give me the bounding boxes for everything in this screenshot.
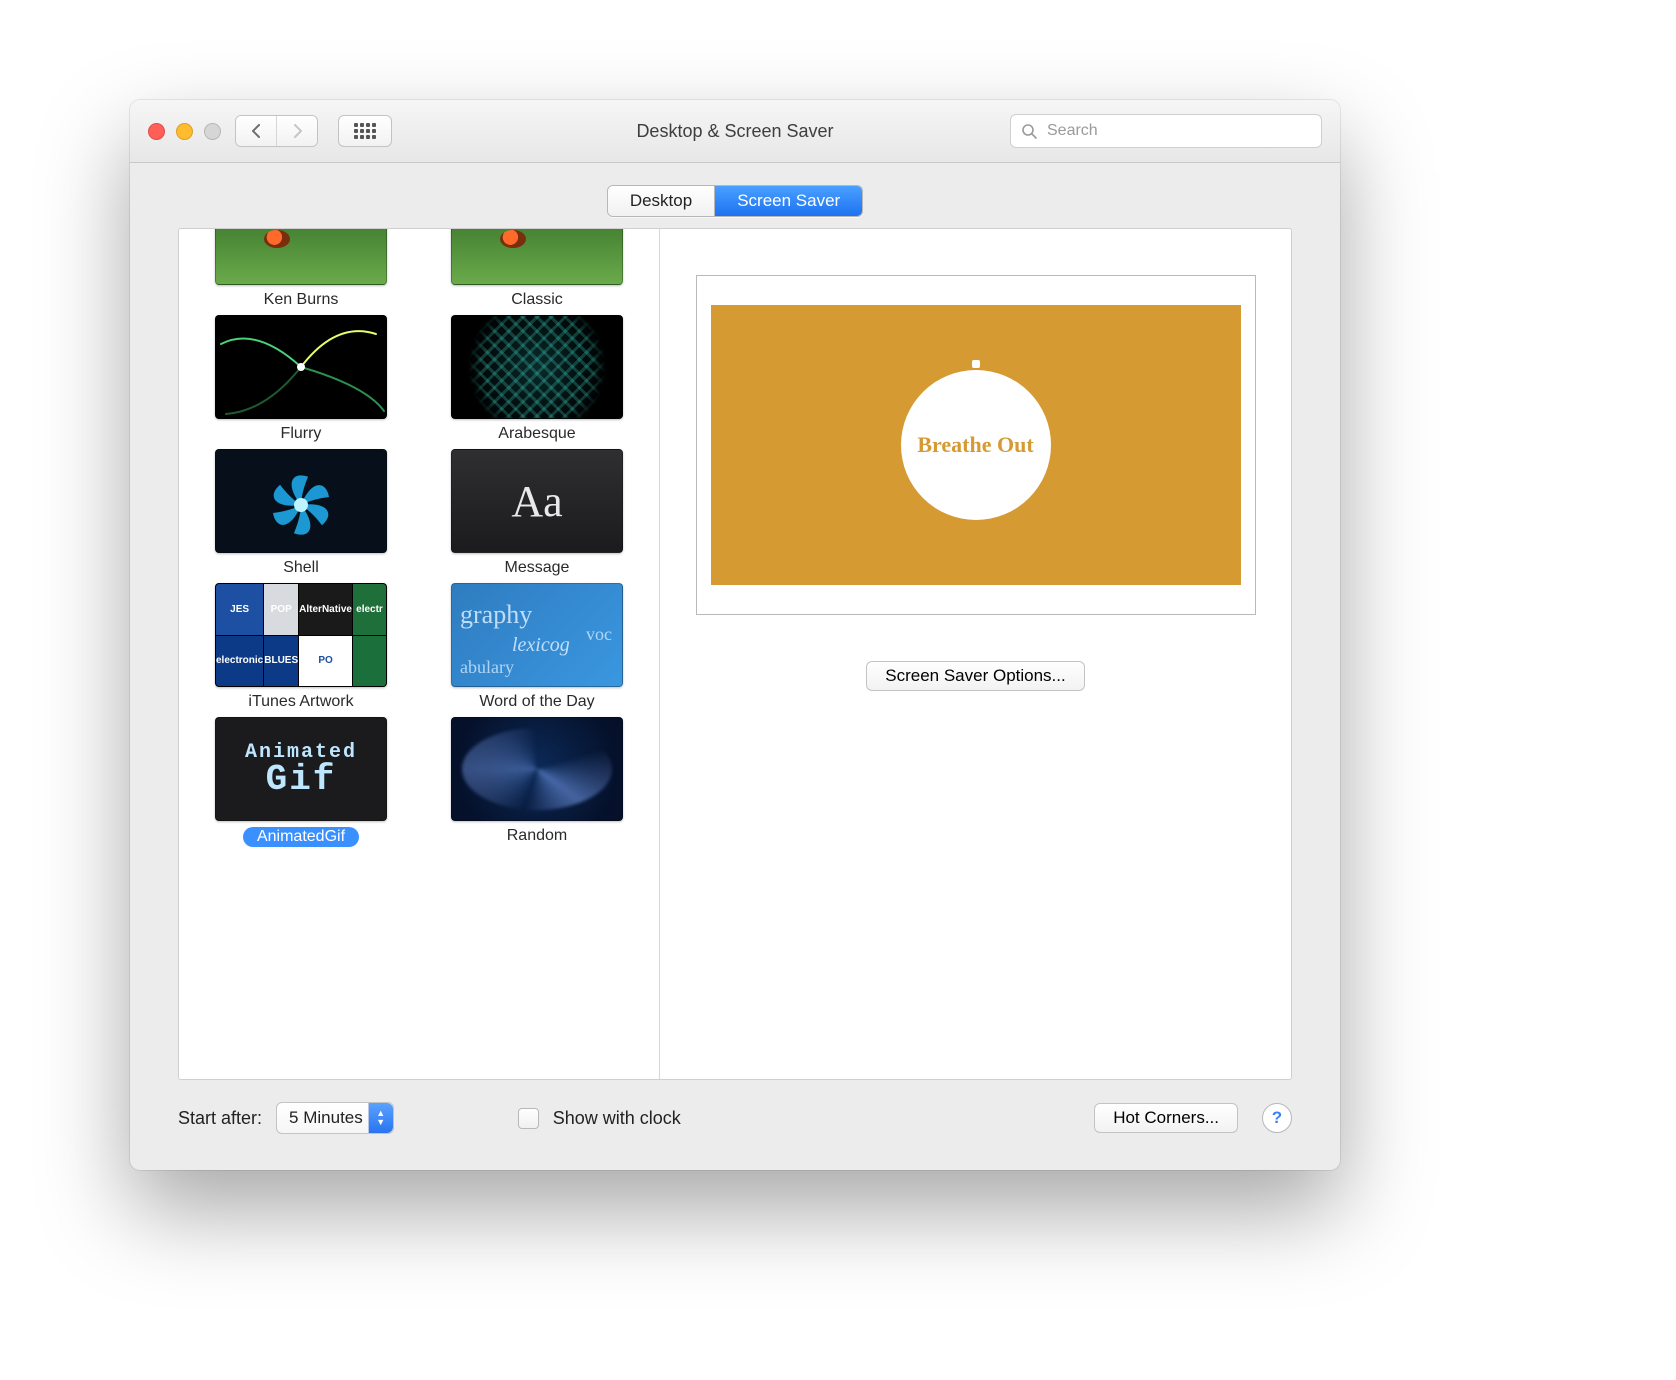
thumbnail bbox=[451, 229, 623, 285]
screensaver-options-button[interactable]: Screen Saver Options... bbox=[866, 661, 1084, 691]
preview-pane: Breathe Out Screen Saver Options... bbox=[660, 229, 1291, 1079]
content-area: Ken Burns Classic bbox=[178, 228, 1292, 1080]
screensaver-label: Ken Burns bbox=[264, 291, 339, 309]
message-sample: Aa bbox=[511, 476, 562, 527]
preview-circle: Breathe Out bbox=[901, 370, 1051, 520]
screensaver-label: Shell bbox=[283, 559, 319, 577]
screensaver-item-wotd[interactable]: graphy voc lexicog abulary Word of the D… bbox=[433, 583, 641, 711]
show-all-button[interactable] bbox=[338, 115, 392, 147]
screensaver-label: Arabesque bbox=[498, 425, 575, 443]
show-with-clock-checkbox[interactable] bbox=[518, 1108, 539, 1129]
show-with-clock-label: Show with clock bbox=[553, 1108, 681, 1129]
prefs-window: Desktop & Screen Saver Desktop Screen Sa… bbox=[130, 100, 1340, 1170]
screensaver-item-shell[interactable]: Shell bbox=[197, 449, 405, 577]
itunes-tile: AlterNative bbox=[299, 584, 352, 635]
thumbnail bbox=[451, 315, 623, 419]
bottom-bar: Start after: 5 Minutes ▲▼ Show with cloc… bbox=[178, 1096, 1292, 1140]
nav-group bbox=[235, 115, 318, 147]
screensaver-item-random[interactable]: Random bbox=[433, 717, 641, 847]
zoom-window-button bbox=[204, 123, 221, 140]
screensaver-item-arabesque[interactable]: Arabesque bbox=[433, 315, 641, 443]
thumbnail: Aa bbox=[451, 449, 623, 553]
itunes-tile: BLUES bbox=[264, 636, 298, 687]
thumbnail: JESPOPAlterNativeelectr electronicBLUESPO bbox=[215, 583, 387, 687]
tab-bar: Desktop Screen Saver bbox=[130, 163, 1340, 233]
screensaver-item-classic[interactable]: Classic bbox=[433, 235, 641, 309]
tab-desktop[interactable]: Desktop bbox=[608, 186, 714, 216]
itunes-tile bbox=[353, 636, 386, 687]
chevron-left-icon bbox=[251, 124, 262, 138]
back-button[interactable] bbox=[236, 116, 276, 146]
search-input[interactable] bbox=[1045, 121, 1311, 141]
screensaver-label: Random bbox=[507, 827, 567, 845]
segmented-control: Desktop Screen Saver bbox=[607, 185, 863, 217]
screensaver-label: iTunes Artwork bbox=[248, 693, 353, 711]
close-window-button[interactable] bbox=[148, 123, 165, 140]
search-field-wrap[interactable] bbox=[1010, 114, 1322, 148]
start-after-label: Start after: bbox=[178, 1108, 262, 1129]
screensaver-preview: Breathe Out bbox=[711, 295, 1241, 595]
thumbnail bbox=[215, 315, 387, 419]
screensaver-item-kenburns[interactable]: Ken Burns bbox=[197, 235, 405, 309]
screensaver-label: Classic bbox=[511, 291, 563, 309]
help-button[interactable]: ? bbox=[1262, 1103, 1292, 1133]
screensaver-item-flurry[interactable]: Flurry bbox=[197, 315, 405, 443]
forward-button bbox=[276, 116, 317, 146]
screensaver-label: Message bbox=[505, 559, 570, 577]
screensaver-label: Word of the Day bbox=[479, 693, 594, 711]
itunes-tile: POP bbox=[264, 584, 298, 635]
window-controls bbox=[148, 123, 221, 140]
screensaver-preview-frame[interactable]: Breathe Out bbox=[696, 275, 1256, 615]
tab-screensaver[interactable]: Screen Saver bbox=[714, 186, 862, 216]
start-after-select[interactable]: 5 Minutes ▲▼ bbox=[276, 1102, 394, 1134]
thumbnail bbox=[451, 717, 623, 821]
screensaver-label-selected: AnimatedGif bbox=[243, 827, 359, 847]
screensaver-label: Flurry bbox=[281, 425, 322, 443]
chevron-right-icon bbox=[292, 124, 303, 138]
grid-icon bbox=[354, 123, 376, 139]
start-after-value: 5 Minutes bbox=[289, 1108, 363, 1128]
itunes-tile: electronic bbox=[216, 636, 263, 687]
itunes-tile: PO bbox=[299, 636, 352, 687]
thumbnail bbox=[215, 229, 387, 285]
minimize-window-button[interactable] bbox=[176, 123, 193, 140]
thumbnail bbox=[215, 449, 387, 553]
screensaver-item-itunes[interactable]: JESPOPAlterNativeelectr electronicBLUESPO… bbox=[197, 583, 405, 711]
screensaver-list[interactable]: Ken Burns Classic bbox=[179, 229, 660, 1079]
search-icon bbox=[1021, 123, 1037, 139]
thumbnail: graphy voc lexicog abulary bbox=[451, 583, 623, 687]
thumbnail: Animated Gif bbox=[215, 717, 387, 821]
itunes-tile: electr bbox=[353, 584, 386, 635]
select-stepper-icon: ▲▼ bbox=[368, 1103, 393, 1133]
itunes-tile: JES bbox=[216, 584, 263, 635]
hot-corners-button[interactable]: Hot Corners... bbox=[1094, 1103, 1238, 1133]
screensaver-item-message[interactable]: Aa Message bbox=[433, 449, 641, 577]
screensaver-item-animatedgif[interactable]: Animated Gif AnimatedGif bbox=[197, 717, 405, 847]
preview-text: Breathe Out bbox=[917, 432, 1033, 458]
titlebar: Desktop & Screen Saver bbox=[130, 100, 1340, 163]
